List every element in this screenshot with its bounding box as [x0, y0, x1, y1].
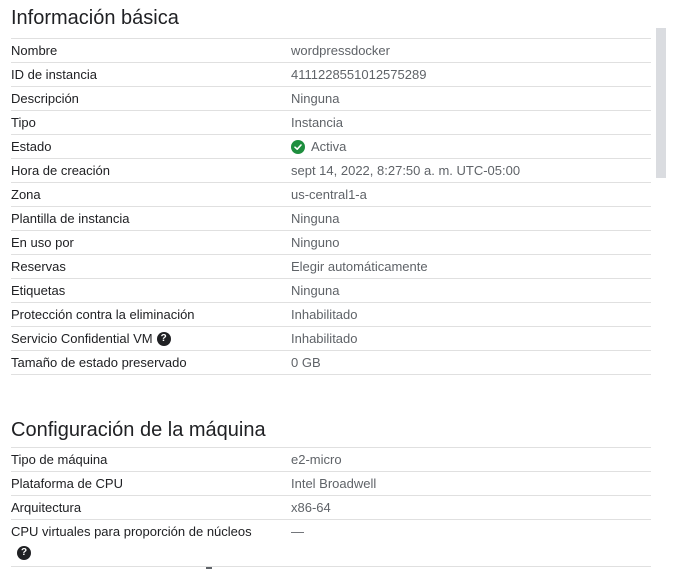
row-label: Servicio Confidential VM ?: [11, 327, 291, 350]
status-text: Activa: [311, 139, 347, 154]
row-value: Intel Broadwell: [291, 476, 377, 491]
row-label: Tamaño de estado preservado: [11, 355, 187, 370]
row-label: ID de instancia: [11, 67, 97, 82]
table-row: Etiquetas Ninguna: [11, 279, 651, 303]
row-value: Ninguna: [291, 91, 340, 106]
row-value: Inhabilitado: [291, 331, 358, 346]
basic-info-table: Nombre wordpressdocker ID de instancia 4…: [11, 38, 651, 375]
row-label: Hora de creación: [11, 163, 110, 178]
row-value: Ninguna: [291, 211, 340, 226]
row-label: Plataforma de CPU: [11, 476, 123, 491]
row-value: us-central1-a: [291, 187, 367, 202]
row-label: Plantilla de instancia: [11, 211, 130, 226]
status-value: Activa: [291, 135, 346, 158]
table-row: Protección contra la eliminación Inhabil…: [11, 303, 651, 327]
table-row: Servicio Confidential VM ? Inhabilitado: [11, 327, 651, 351]
row-value: Ninguna: [291, 283, 340, 298]
row-value: Instancia: [291, 115, 344, 130]
row-label: Estado: [11, 139, 52, 154]
row-value: wordpressdocker: [291, 43, 390, 58]
row-label: Descripción: [11, 91, 79, 106]
row-value: e2-micro: [291, 452, 342, 467]
table-row: Tipo Instancia: [11, 111, 651, 135]
machine-config-title: Configuración de la máquina: [11, 419, 266, 441]
table-row: ID de instancia 4111228551012575289: [11, 63, 651, 87]
row-label: Etiquetas: [11, 283, 66, 298]
table-row: Descripción Ninguna: [11, 87, 651, 111]
row-value: sept 14, 2022, 8:27:50 a. m. UTC-05:00: [291, 163, 521, 178]
table-row: Plataforma de CPU Intel Broadwell: [11, 472, 651, 496]
row-label: Reservas: [11, 259, 66, 274]
table-row: Arquitectura x86-64: [11, 496, 651, 520]
help-icon[interactable]: ?: [17, 546, 31, 560]
table-row: En uso por Ninguno: [11, 231, 651, 255]
row-label: En uso por: [11, 235, 74, 250]
table-row: Hora de creación sept 14, 2022, 8:27:50 …: [11, 159, 651, 183]
table-row: Tipo de máquina e2-micro: [11, 448, 651, 472]
row-value: x86-64: [291, 500, 331, 515]
details-panel: Información básica Nombre wordpressdocke…: [11, 0, 651, 567]
row-value: Ninguno: [291, 235, 340, 250]
scrollbar-thumb[interactable]: [656, 28, 666, 178]
table-row: Nombre wordpressdocker: [11, 39, 651, 63]
table-row: CPU virtuales para proporción de núcleos…: [11, 520, 651, 567]
row-value: Elegir automáticamente: [291, 259, 428, 274]
table-row: Estado Activa: [11, 135, 651, 159]
row-label: Arquitectura: [11, 500, 82, 515]
vcpu-ratio-label: CPU virtuales para proporción de núcleos: [11, 524, 252, 539]
basic-info-title: Información básica: [11, 7, 179, 29]
table-row: Plantilla de instancia Ninguna: [11, 207, 651, 231]
row-value: 0 GB: [291, 355, 321, 370]
row-label: Tipo: [11, 115, 36, 130]
row-value: Inhabilitado: [291, 307, 358, 322]
row-label: Protección contra la eliminación: [11, 307, 195, 322]
confidential-vm-label: Servicio Confidential VM: [11, 331, 153, 346]
row-value: 4111228551012575289: [291, 67, 427, 82]
row-value: —: [291, 524, 304, 539]
row-label: Tipo de máquina: [11, 452, 108, 467]
row-label: Zona: [11, 187, 41, 202]
table-row: Reservas Elegir automáticamente: [11, 255, 651, 279]
next-row-fragment: [206, 567, 212, 569]
machine-config-table: Tipo de máquina e2-micro Plataforma de C…: [11, 447, 651, 567]
table-row: Zona us-central1-a: [11, 183, 651, 207]
help-icon[interactable]: ?: [156, 331, 171, 346]
row-label: CPU virtuales para proporción de núcleos…: [11, 520, 291, 560]
row-label: Nombre: [11, 43, 58, 58]
check-circle-icon: [291, 139, 305, 154]
table-row: Tamaño de estado preservado 0 GB: [11, 351, 651, 375]
